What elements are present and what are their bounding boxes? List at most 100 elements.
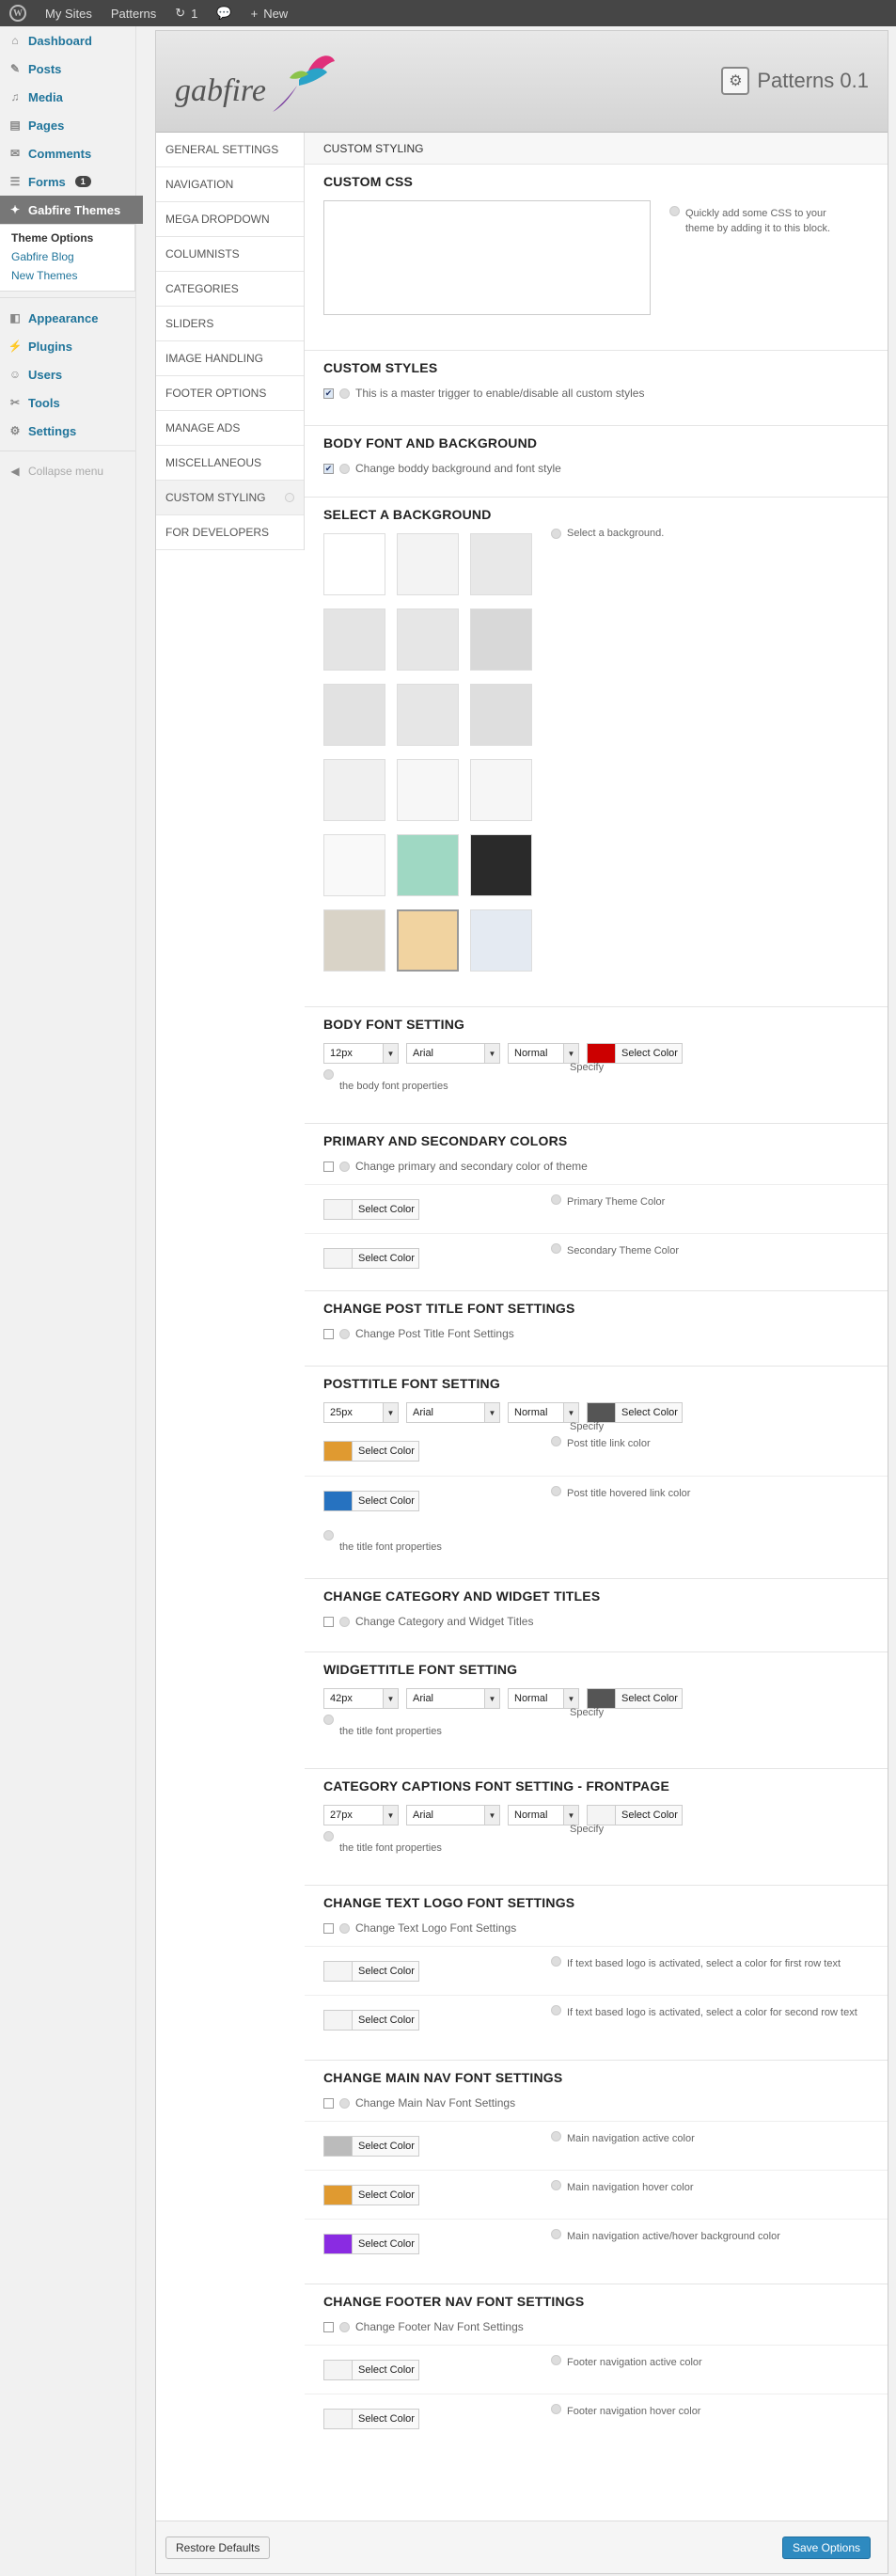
footer-nav-checkbox[interactable]	[323, 2321, 334, 2332]
main-nav-checkbox[interactable]	[323, 2097, 334, 2109]
background-tile[interactable]	[397, 533, 459, 595]
font-family-select[interactable]: Arial ▼	[406, 1402, 500, 1423]
updates-link[interactable]: ↻ 1	[165, 0, 207, 26]
dropdown-arrow-icon: ▼	[563, 1044, 578, 1063]
restore-defaults-button[interactable]: Restore Defaults	[165, 2536, 271, 2559]
wordpress-logo-icon[interactable]: W	[0, 0, 36, 26]
nav-item-footer-options[interactable]: FOOTER OPTIONS	[156, 376, 304, 411]
background-tile[interactable]	[470, 533, 532, 595]
background-tile[interactable]	[323, 834, 385, 896]
comments-link[interactable]: 💬	[207, 0, 241, 26]
nav-item-columnists[interactable]: COLUMNISTS	[156, 237, 304, 272]
sidebar-item-forms[interactable]: ☰ Forms 1	[0, 167, 135, 196]
background-tile[interactable]	[470, 909, 532, 972]
sidebar-item-gabfire-themes[interactable]: ✦ Gabfire Themes	[0, 196, 143, 224]
my-sites-link[interactable]: My Sites	[36, 0, 102, 26]
nav-item-for-developers[interactable]: FOR DEVELOPERS	[156, 515, 304, 550]
sidebar-item-posts[interactable]: ✎ Posts	[0, 55, 135, 83]
sidebar-item-label: Forms	[28, 174, 66, 189]
nav-item-manage-ads[interactable]: MANAGE ADS	[156, 411, 304, 446]
sidebar-item-plugins[interactable]: ⚡ Plugins	[0, 332, 135, 360]
nav-item-custom-styling[interactable]: CUSTOM STYLING	[156, 481, 304, 515]
sidebar-item-appearance[interactable]: ◧ Appearance	[0, 304, 135, 332]
background-tile[interactable]	[397, 759, 459, 821]
font-color-picker[interactable]: Select Color	[587, 1805, 683, 1825]
post-link-color-picker[interactable]: Select Color	[323, 1441, 419, 1462]
background-tile[interactable]	[470, 759, 532, 821]
background-tile[interactable]	[470, 608, 532, 671]
logo-first-color-picker[interactable]: Select Color	[323, 1960, 419, 1982]
nav-item-image-handling[interactable]: IMAGE HANDLING	[156, 341, 304, 376]
background-tile[interactable]	[323, 684, 385, 746]
sidebar-item-label: Media	[28, 89, 63, 104]
body-bg-checkbox[interactable]: ✔	[323, 463, 334, 474]
sidebar-item-dashboard[interactable]: ⌂ Dashboard	[0, 26, 135, 55]
footer-nav-active-color-picker[interactable]: Select Color	[323, 2359, 419, 2380]
font-weight-select[interactable]: Normal ▼	[508, 1805, 579, 1825]
post-title-checkbox[interactable]	[323, 1328, 334, 1339]
font-size-select[interactable]: 42px ▼	[323, 1688, 399, 1709]
dropdown-arrow-icon: ▼	[484, 1806, 499, 1825]
background-tile[interactable]	[470, 834, 532, 896]
logo-second-color-picker[interactable]: Select Color	[323, 2009, 419, 2031]
primary-color-picker[interactable]: Select Color	[323, 1198, 419, 1220]
primary-color-desc: Primary Theme Color	[551, 1194, 861, 1209]
background-tile[interactable]	[397, 608, 459, 671]
main-nav-bg-color-picker[interactable]: Select Color	[323, 2233, 419, 2254]
collapse-menu-button[interactable]: ◀ Collapse menu	[0, 457, 135, 485]
save-options-button[interactable]: Save Options	[781, 2536, 871, 2559]
font-size-select[interactable]: 25px ▼	[323, 1402, 399, 1423]
submenu-gabfire-blog[interactable]: Gabfire Blog	[11, 247, 134, 266]
select-value: Normal	[514, 1693, 548, 1704]
text-logo-checkbox[interactable]	[323, 1922, 334, 1934]
font-weight-select[interactable]: Normal ▼	[508, 1402, 579, 1423]
site-link[interactable]: Patterns	[102, 0, 165, 26]
background-tile[interactable]	[397, 834, 459, 896]
custom-css-textarea[interactable]	[323, 200, 651, 315]
custom-styles-checkbox[interactable]: ✔	[323, 387, 334, 399]
background-tile[interactable]	[323, 533, 385, 595]
footer-nav-hover-color-picker[interactable]: Select Color	[323, 2408, 419, 2429]
font-family-select[interactable]: Arial ▼	[406, 1688, 500, 1709]
sidebar-item-pages[interactable]: ▤ Pages	[0, 111, 135, 139]
background-tile[interactable]	[323, 608, 385, 671]
submenu-theme-options[interactable]: Theme Options	[11, 229, 134, 247]
desc-text: If text based logo is activated, select …	[567, 1958, 841, 1969]
cat-widget-checkbox[interactable]	[323, 1616, 334, 1627]
nav-item-miscellaneous[interactable]: MISCELLANEOUS	[156, 446, 304, 481]
primary-colors-checkbox[interactable]	[323, 1161, 334, 1172]
nav-item-navigation[interactable]: NAVIGATION	[156, 167, 304, 202]
dashboard-icon: ⌂	[11, 34, 19, 47]
background-tile[interactable]	[470, 684, 532, 746]
font-weight-select[interactable]: Normal ▼	[508, 1688, 579, 1709]
checkbox-label: Change Post Title Font Settings	[355, 1327, 514, 1340]
background-tile[interactable]	[397, 684, 459, 746]
post-hover-color-picker[interactable]: Select Color	[323, 1490, 419, 1511]
background-tile[interactable]	[323, 909, 385, 972]
nav-item-sliders[interactable]: SLIDERS	[156, 307, 304, 341]
sidebar-item-users[interactable]: ☺ Users	[0, 360, 135, 388]
new-link[interactable]: + New	[242, 0, 298, 26]
font-family-select[interactable]: Arial ▼	[406, 1043, 500, 1064]
font-color-picker[interactable]: Select Color	[587, 1688, 683, 1709]
font-family-select[interactable]: Arial ▼	[406, 1805, 500, 1825]
sidebar-item-comments[interactable]: ✉ Comments	[0, 139, 135, 167]
font-weight-select[interactable]: Normal ▼	[508, 1043, 579, 1064]
submenu-new-themes[interactable]: New Themes	[11, 266, 134, 285]
font-size-select[interactable]: 27px ▼	[323, 1805, 399, 1825]
sidebar-item-settings[interactable]: ⚙ Settings	[0, 417, 135, 445]
background-tile[interactable]	[397, 909, 459, 972]
font-color-picker[interactable]: Select Color	[587, 1402, 683, 1423]
font-size-select[interactable]: 12px ▼	[323, 1043, 399, 1064]
sidebar-item-media[interactable]: ♫ Media	[0, 83, 135, 111]
cat-widget-row: Change Category and Widget Titles	[323, 1615, 869, 1628]
nav-item-mega-dropdown[interactable]: MEGA DROPDOWN	[156, 202, 304, 237]
nav-item-categories[interactable]: CATEGORIES	[156, 272, 304, 307]
main-nav-active-color-picker[interactable]: Select Color	[323, 2135, 419, 2157]
font-color-picker[interactable]: Select Color	[587, 1043, 683, 1064]
main-nav-hover-color-picker[interactable]: Select Color	[323, 2184, 419, 2205]
background-tile[interactable]	[323, 759, 385, 821]
nav-item-general-settings[interactable]: GENERAL SETTINGS	[156, 133, 304, 167]
sidebar-item-tools[interactable]: ✂ Tools	[0, 388, 135, 417]
secondary-color-picker[interactable]: Select Color	[323, 1247, 419, 1269]
